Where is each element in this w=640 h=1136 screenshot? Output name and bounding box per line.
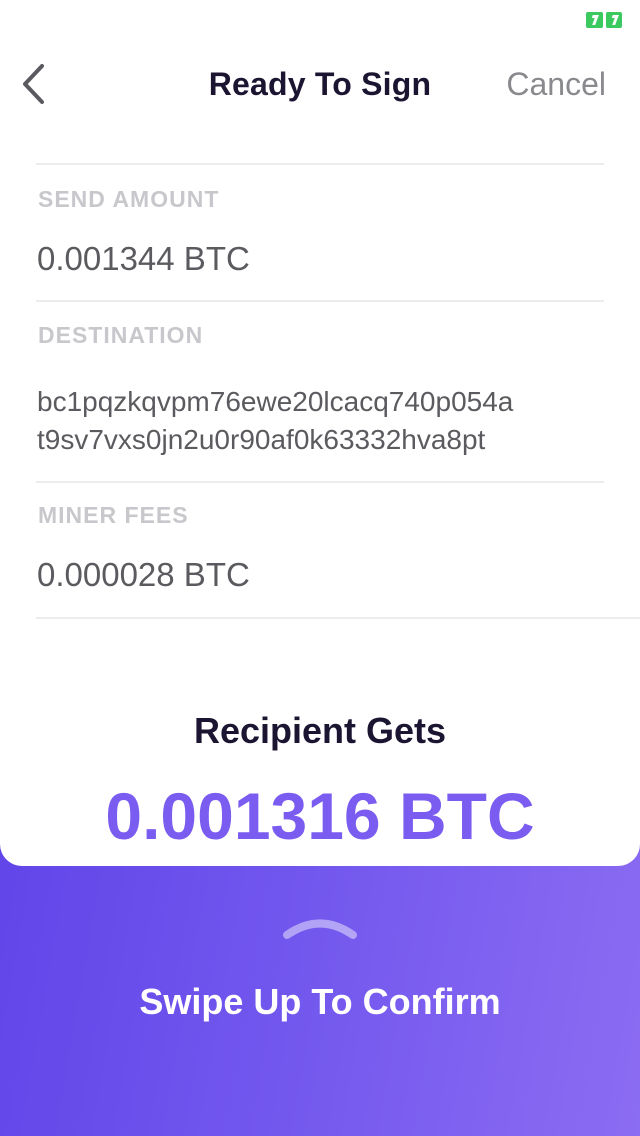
status-bar [0, 0, 640, 40]
swipe-to-confirm-area[interactable]: Swipe Up To Confirm [0, 866, 640, 1136]
divider [36, 300, 604, 302]
transaction-card: Ready To Sign Cancel SEND AMOUNT 0.00134… [0, 0, 640, 866]
divider [36, 481, 604, 483]
swipe-up-label: Swipe Up To Confirm [139, 981, 501, 1022]
miner-fees-value: 0.000028 BTC [37, 556, 250, 593]
recipient-gets-title: Recipient Gets [193, 710, 447, 751]
cancel-button[interactable]: Cancel [506, 66, 606, 103]
divider [36, 617, 640, 619]
destination-address-line-2: t9sv7vxs0jn2u0r90af0k63332hva8pt [37, 424, 486, 455]
recipient-amount: 0.001316 BTC [105, 779, 535, 853]
miner-fees-label: MINER FEES [38, 502, 189, 528]
chevron-up-icon [283, 919, 357, 939]
divider [36, 163, 604, 165]
send-amount-value: 0.001344 BTC [37, 240, 250, 277]
send-amount-label: SEND AMOUNT [38, 186, 220, 212]
destination-address: bc1pqzkqvpm76ewe20lcacq740p054a t9sv7vxs… [37, 383, 617, 459]
destination-address-line-1: bc1pqzkqvpm76ewe20lcacq740p054a [37, 386, 514, 417]
destination-label: DESTINATION [38, 322, 204, 348]
battery-charging-icon [586, 12, 622, 28]
navigation-bar: Ready To Sign Cancel [0, 52, 640, 116]
